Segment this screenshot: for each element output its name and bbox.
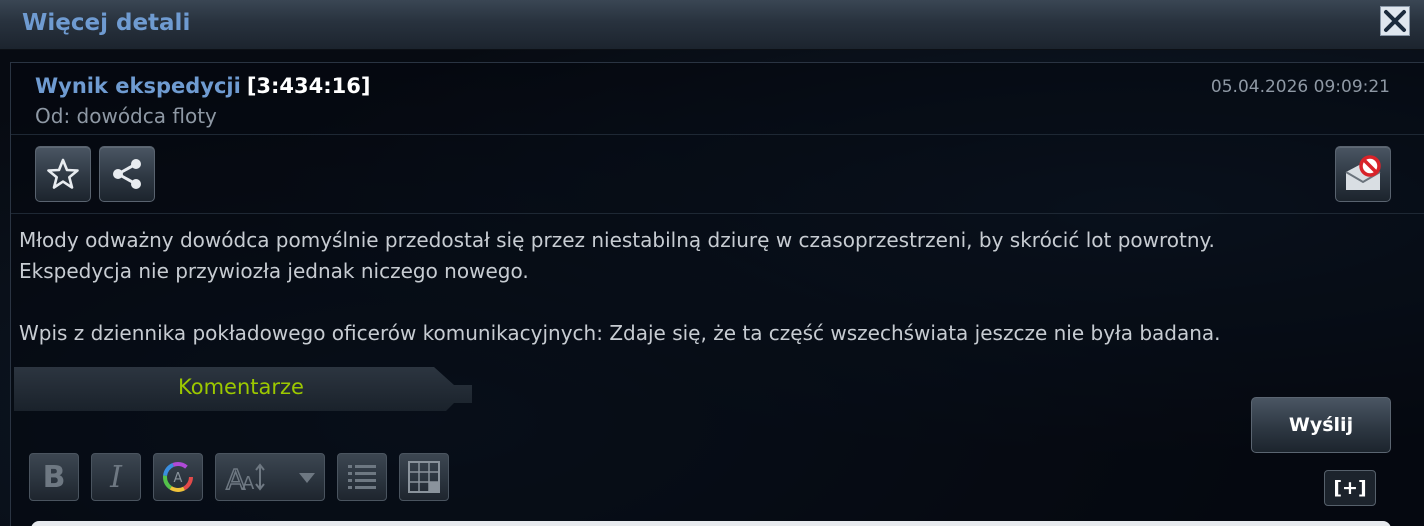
font-size-dropdown[interactable]: A A (215, 453, 325, 501)
share-button[interactable] (99, 146, 155, 202)
table-button[interactable] (399, 453, 449, 501)
message-panel: Wynik ekspedycji [3:434:16] Od: dowódca f… (10, 62, 1424, 526)
italic-label: I (110, 459, 122, 495)
favorite-button[interactable] (35, 146, 91, 202)
window-titlebar: Więcej detali (0, 0, 1424, 50)
close-x-icon (1384, 10, 1406, 32)
italic-button[interactable]: I (91, 453, 141, 501)
subject-title: Wynik ekspedycji (35, 74, 241, 98)
list-button[interactable] (337, 453, 387, 501)
bold-button[interactable]: B (29, 453, 79, 501)
message-sender: Od: dowódca floty (35, 104, 217, 128)
list-icon (348, 465, 376, 489)
message-body-line: Wpis z dziennika pokładowego oficerów ko… (19, 321, 1221, 345)
comments-tab[interactable]: Komentarze (14, 367, 472, 411)
table-grid-icon (408, 461, 440, 493)
window-title: Więcej detali (22, 10, 191, 36)
bold-label: B (42, 459, 66, 495)
message-body-line: Ekspedycja nie przywiozła jednak niczego… (19, 259, 529, 283)
comments-tab-label: Komentarze (178, 375, 304, 399)
font-size-icon: A A (225, 462, 265, 494)
editor-toolbar: B I A A A (29, 453, 469, 503)
message-header: Wynik ekspedycji [3:434:16] Od: dowódca f… (11, 63, 1424, 135)
share-icon (113, 159, 141, 189)
message-subject: Wynik ekspedycji [3:434:16] (35, 74, 371, 98)
star-icon (47, 158, 79, 189)
chevron-down-icon (299, 473, 315, 483)
comment-textarea[interactable] (31, 521, 1391, 526)
message-body: Młody odważny dowódca pomyślnie przedost… (19, 225, 1409, 349)
message-actions (11, 136, 1424, 214)
message-date: 05.04.2026 09:09:21 (1210, 77, 1390, 97)
subject-coordinates-link[interactable]: [3:434:16] (247, 74, 371, 98)
svg-text:A: A (174, 471, 183, 486)
message-body-line: Młody odważny dowódca pomyślnie przedost… (19, 228, 1215, 252)
color-wheel-icon: A (163, 462, 193, 492)
close-button[interactable] (1380, 6, 1410, 36)
block-sender-button[interactable] (1335, 146, 1391, 202)
text-color-button[interactable]: A (153, 453, 203, 501)
send-button[interactable]: Wyślij (1251, 397, 1391, 453)
expand-editor-button[interactable]: [+] (1324, 470, 1376, 506)
mail-block-icon (1345, 155, 1381, 190)
svg-text:A: A (242, 473, 255, 494)
